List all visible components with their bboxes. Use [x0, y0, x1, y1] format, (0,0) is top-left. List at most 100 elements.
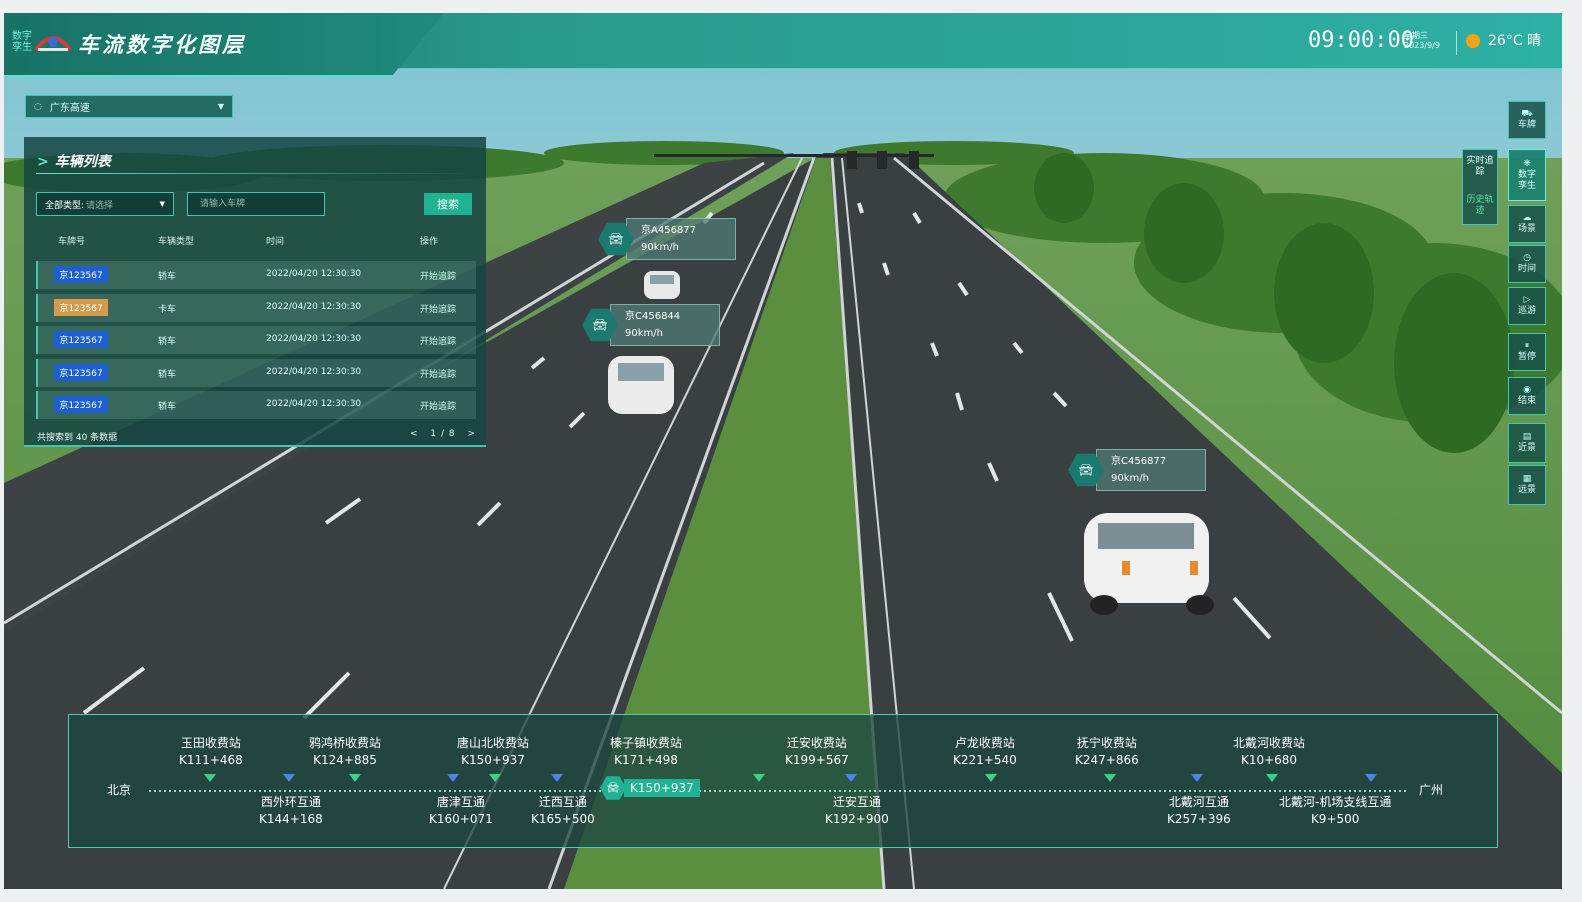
result-count: 共搜索到 40 条数据 [37, 433, 118, 443]
table-row[interactable]: 京123567 轿车 2022/04/20 12:30:30 开始追踪 [36, 391, 476, 419]
type-select[interactable]: 全部类型: 请选择 ▼ [36, 192, 174, 216]
vehicle-card: 京C456877 90km/h [1096, 449, 1206, 491]
route-end: 广州 [1419, 783, 1444, 797]
current-position-marker[interactable]: 🚘︎ K150+937 [600, 775, 700, 801]
station[interactable]: 迁西互通 K165+500 [531, 794, 595, 828]
next-page-button[interactable]: > [468, 429, 477, 439]
tool-label: 时间 [1517, 264, 1536, 274]
station-km: K124+885 [313, 753, 377, 767]
station[interactable]: 北戴河-机场支线互通 K9+500 [1279, 794, 1391, 828]
search-button[interactable]: 搜索 [424, 193, 472, 215]
station-km: K144+168 [259, 812, 323, 826]
route-timeline: 北京 广州 🚘︎ K150+937 玉田收费站 K111+468 鸦鸿桥收费站 K12… [68, 714, 1498, 848]
tool-twin[interactable]: ❋ 数字孪生 [1508, 149, 1546, 201]
station[interactable]: 迁安互通 K192+900 [825, 794, 889, 828]
station-km: K165+500 [531, 812, 595, 826]
station[interactable]: 抚宁收费站 K247+866 [1075, 735, 1139, 769]
tool-plate[interactable]: ⛟ 车牌 [1508, 101, 1546, 139]
station[interactable]: 西外环互通 K144+168 [259, 794, 323, 828]
divider [1456, 31, 1457, 55]
page-title: 车流数字化图层 [78, 33, 246, 57]
station[interactable]: 唐津互通 K160+071 [429, 794, 493, 828]
station[interactable]: 北戴河收费站 K10+680 [1233, 735, 1305, 769]
toll-station-marker-icon [1266, 774, 1278, 782]
weather: 26°C 晴 [1488, 33, 1542, 49]
station[interactable]: 榛子镇收费站 K171+498 [610, 735, 682, 769]
type-label: 全部类型: [45, 200, 85, 211]
station[interactable]: 鸦鸿桥收费站 K124+885 [309, 735, 381, 769]
vehicle-speed: 90km/h [625, 328, 663, 339]
tool-end[interactable]: ◉ 结束 [1508, 377, 1546, 415]
route-axis [149, 790, 1409, 792]
twin-icon: ❋ [1523, 158, 1531, 169]
tool-pause[interactable]: ⏸ 暂停 [1508, 333, 1546, 371]
table-row[interactable]: 京123567 卡车 2022/04/20 12:30:30 开始追踪 [36, 293, 476, 322]
interchange-marker-icon [551, 774, 563, 782]
toll-station-marker-icon [985, 774, 997, 782]
station[interactable]: 迁安收费站 K199+567 [785, 735, 849, 769]
panel-divider [36, 173, 476, 174]
sun-icon [1466, 34, 1480, 48]
vehicle-label[interactable]: 🚘︎ 京C456877 90km/h [1068, 449, 1206, 491]
vehicle-speed: 90km/h [641, 242, 679, 253]
tool-label: 近景 [1517, 443, 1536, 453]
vehicle-speed: 90km/h [1111, 473, 1149, 484]
station-name: 西外环互通 [260, 795, 321, 809]
station[interactable]: 卢龙收费站 K221+540 [953, 735, 1017, 769]
play-icon: ▷ [1523, 295, 1531, 305]
vehicle-label[interactable]: 🚘︎ 京A456877 90km/h [598, 218, 736, 260]
station-name: 迁安收费站 [786, 736, 847, 750]
interchange-marker-icon [447, 774, 459, 782]
table-header: 车牌号 车辆类型 时间 操作 [36, 234, 476, 250]
station[interactable]: 唐山北收费站 K150+937 [457, 735, 529, 769]
logo-emblem-icon [34, 36, 72, 52]
plate-badge: 京123567 [54, 396, 108, 413]
station-name: 北戴河互通 [1168, 795, 1229, 809]
history-track-button[interactable]: 历史轨迹 [1463, 195, 1497, 217]
station[interactable]: 玉田收费站 K111+468 [179, 735, 243, 769]
tool-scene[interactable]: ☁ 场景 [1508, 205, 1546, 243]
start-tracking-link[interactable]: 开始追踪 [420, 367, 456, 380]
vehicle-type: 轿车 [158, 272, 177, 282]
prev-page-button[interactable]: < [410, 429, 419, 439]
tool-label: 车牌 [1517, 120, 1536, 130]
start-tracking-link[interactable]: 开始追踪 [420, 269, 456, 282]
vehicle-type: 轿车 [158, 369, 177, 380]
plate-badge: 京123567 [54, 331, 108, 348]
tool-near[interactable]: ▤ 近景 [1508, 423, 1546, 463]
vehicle-plate: 京C456877 [1111, 456, 1167, 467]
pause-icon: ⏸ [1524, 341, 1530, 351]
start-tracking-link[interactable]: 开始追踪 [420, 302, 456, 315]
date: 2023/9/9 [1404, 41, 1440, 50]
table-row[interactable]: 京123567 轿车 2022/04/20 12:30:30 开始追踪 [36, 358, 476, 387]
col-type: 车辆类型 [158, 237, 195, 247]
start-tracking-link[interactable]: 开始追踪 [420, 399, 456, 412]
table-row[interactable]: 京123567 轿车 2022/04/20 12:30:30 开始追踪 [36, 261, 476, 289]
col-plate: 车牌号 [58, 237, 86, 247]
panel-title: 车辆列表 [54, 154, 111, 170]
pagination: < 1 / 8 > [410, 429, 476, 439]
plate-search-input[interactable] [187, 192, 325, 216]
tool-patrol[interactable]: ▷ 巡游 [1508, 287, 1546, 325]
start-tracking-link[interactable]: 开始追踪 [420, 334, 456, 347]
region-select[interactable]: ◌ 广东高速 ▼ [25, 95, 233, 118]
clock: 09:00:00 [1308, 28, 1414, 53]
vehicle-type: 卡车 [158, 304, 177, 315]
station[interactable]: 北戴河互通 K257+396 [1167, 794, 1231, 828]
station-name: 玉田收费站 [180, 736, 241, 750]
tool-far[interactable]: ▦ 远景 [1508, 465, 1546, 505]
route-start: 北京 [107, 783, 132, 797]
tool-label: 远景 [1517, 485, 1536, 495]
realtime-tracking-button[interactable]: 实时追踪 [1463, 156, 1497, 178]
vehicle-plate: 京C456844 [625, 311, 681, 322]
top-bar: 数字孪生 车流数字化图层 09:00:00 星期三 2023/9/9 26°C … [4, 13, 1562, 77]
logo: 数字孪生 [12, 30, 72, 54]
refresh-icon: ◌ [34, 101, 42, 112]
table-row[interactable]: 京123567 轿车 2022/04/20 12:30:30 开始追踪 [36, 326, 476, 354]
station-name: 榛子镇收费站 [610, 736, 683, 750]
vehicle-label[interactable]: 🚘︎ 京C456844 90km/h [582, 304, 720, 346]
record-time: 2022/04/20 12:30:30 [266, 366, 362, 377]
tool-time[interactable]: ◷ 时间 [1508, 245, 1546, 283]
tool-label: 巡游 [1517, 306, 1536, 316]
plate-badge: 京123567 [54, 298, 108, 316]
